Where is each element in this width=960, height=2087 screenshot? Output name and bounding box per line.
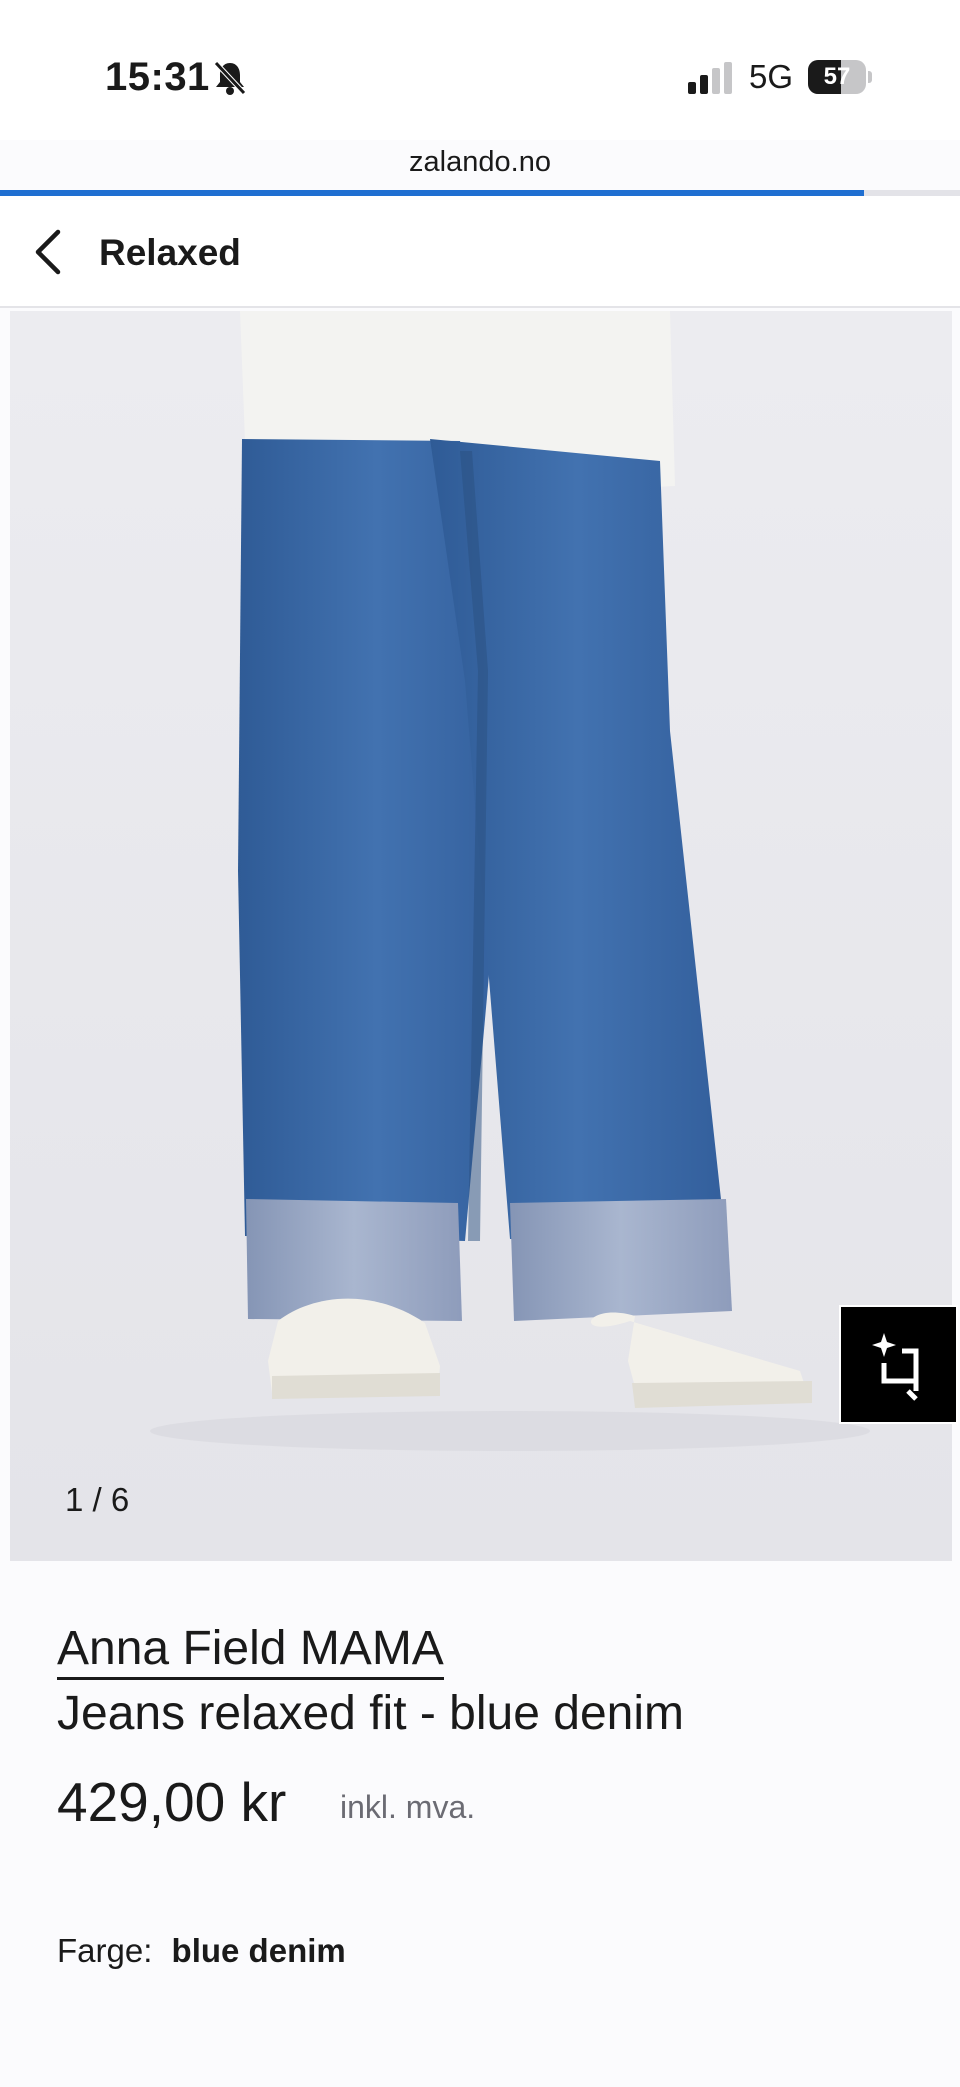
image-counter: 1 / 6: [65, 1481, 130, 1518]
back-arrow-icon[interactable]: [30, 226, 70, 278]
product-price: 429,00 kr: [57, 1771, 287, 1833]
page-header: Relaxed: [0, 196, 960, 308]
status-time: 15:31: [105, 55, 210, 99]
visual-search-button[interactable]: [839, 1305, 958, 1424]
crop-sparkle-icon: [872, 1333, 919, 1401]
color-value: blue denim: [171, 1932, 346, 1969]
address-bar-url[interactable]: zalando.no: [0, 146, 960, 179]
battery-icon: 57: [808, 60, 872, 94]
color-label: Farge:: [57, 1932, 153, 1969]
product-image[interactable]: [10, 311, 952, 1561]
page-title: Relaxed: [99, 232, 241, 273]
status-bar: 15:31 5G 57: [0, 0, 960, 140]
battery-percent: 57: [823, 63, 851, 90]
product-image-gallery[interactable]: 1 / 6: [10, 311, 952, 1561]
color-selection: Farge: blue denim: [57, 1932, 346, 1970]
network-type: 5G: [749, 58, 794, 95]
signal-icon: [688, 62, 732, 94]
bell-muted-icon: [214, 61, 246, 95]
brand-link[interactable]: Anna Field MAMA: [57, 1623, 444, 1680]
vat-note: inkl. mva.: [340, 1789, 476, 1825]
product-name: Jeans relaxed fit - blue denim: [57, 1687, 684, 1740]
